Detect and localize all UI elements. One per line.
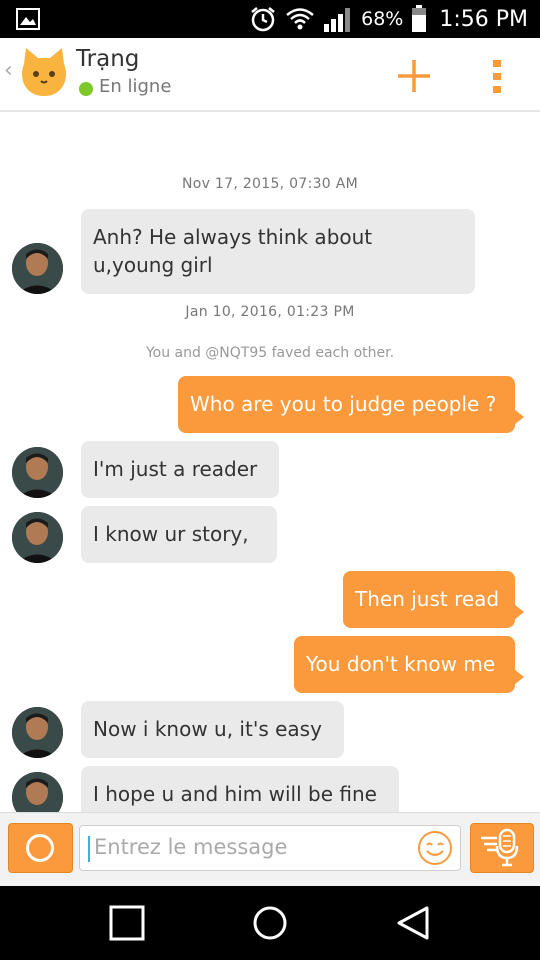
incoming-message[interactable]: Anh? He always think about u,young girl (81, 209, 475, 294)
contact-name: Trạng (76, 46, 140, 72)
message-text: I know ur story, (93, 522, 249, 546)
avatar-photo (12, 772, 63, 812)
incoming-message[interactable]: Now i know u, it's easy (81, 701, 344, 758)
date-separator: Nov 17, 2015, 07:30 AM (181, 176, 359, 192)
recent-apps-icon[interactable] (108, 904, 146, 942)
online-status: En ligne (99, 76, 172, 97)
wifi-icon (286, 8, 314, 30)
battery-percent: 68% (361, 8, 404, 30)
more-menu-icon[interactable] (484, 56, 510, 96)
back-nav-icon[interactable] (394, 904, 432, 942)
outgoing-message[interactable]: Then just read (343, 571, 524, 628)
system-message: You and @NQT95 faved each other. (145, 345, 395, 361)
outgoing-message[interactable]: Who are you to judge people ? (178, 376, 524, 433)
incoming-message[interactable]: I hope u and him will be fine (81, 766, 399, 812)
status-bar: 68% 1:56 PM (0, 0, 540, 38)
outgoing-message[interactable]: You don't know me (294, 636, 524, 693)
voice-message-button[interactable] (470, 823, 534, 873)
message-list[interactable]: Nov 17, 2015, 07:30 AM Anh? He always th… (0, 112, 540, 812)
message-text: Now i know u, it's easy (93, 717, 322, 741)
clock: 1:56 PM (439, 6, 528, 32)
signal-icon (324, 8, 351, 32)
navigation-bar (0, 886, 540, 960)
back-icon[interactable]: ‹ (4, 58, 13, 83)
avatar-photo (12, 447, 63, 498)
message-input[interactable]: Entrez le message (79, 825, 461, 871)
message-text: u,young girl (93, 253, 213, 277)
microphone-icon (481, 828, 519, 867)
incoming-message[interactable]: I'm just a reader (81, 441, 279, 498)
message-text: I hope u and him will be fine (93, 782, 377, 806)
message-text: Then just read (355, 587, 500, 611)
message-text: Who are you to judge people ? (190, 392, 497, 416)
message-placeholder: Entrez le message (94, 835, 288, 859)
avatar[interactable] (12, 512, 63, 563)
attach-button[interactable] (8, 823, 73, 873)
alarm-icon (251, 7, 275, 32)
avatar-photo (12, 243, 63, 294)
battery-icon (412, 5, 427, 32)
chat-header: ‹ Trạng En ligne (0, 38, 540, 112)
avatar-photo (12, 707, 63, 758)
avatar[interactable] (12, 707, 63, 758)
message-text: Anh? He always think about (93, 225, 373, 249)
emoji-icon[interactable] (417, 830, 453, 866)
home-icon[interactable] (250, 904, 290, 944)
add-icon[interactable] (394, 56, 434, 96)
avatar[interactable] (12, 772, 63, 812)
avatar-photo (12, 512, 63, 563)
gallery-notification-icon (16, 8, 40, 30)
circle-icon (26, 834, 54, 862)
avatar[interactable] (12, 243, 63, 294)
date-separator: Jan 10, 2016, 01:23 PM (185, 304, 355, 320)
text-cursor (88, 836, 90, 862)
message-text: You don't know me (306, 652, 496, 676)
message-text: I'm just a reader (93, 457, 258, 481)
incoming-message[interactable]: I know ur story, (81, 506, 277, 563)
cat-avatar-icon[interactable] (18, 46, 70, 98)
avatar[interactable] (12, 447, 63, 498)
message-composer: Entrez le message (0, 812, 540, 887)
online-indicator (79, 82, 93, 96)
